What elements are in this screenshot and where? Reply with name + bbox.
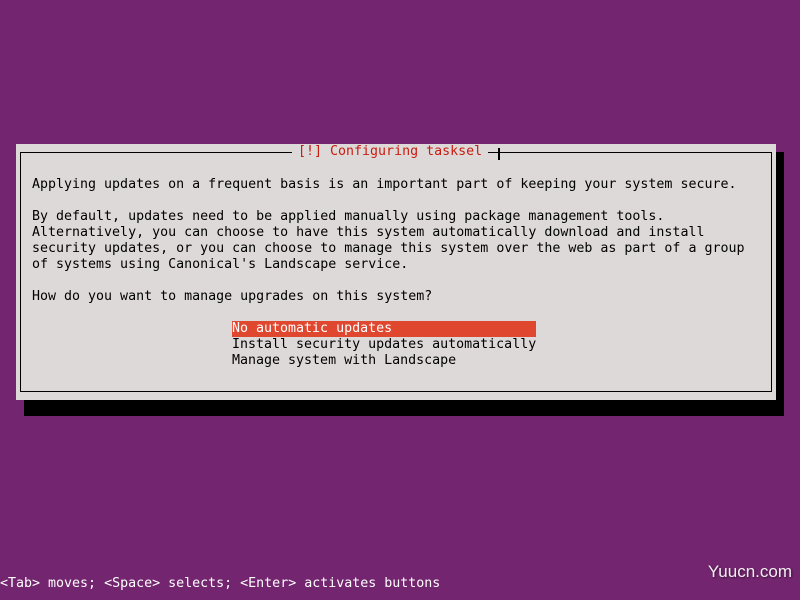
description-line-2: Alternatively, you can choose to have th… xyxy=(32,225,705,240)
option-manage-with-landscape[interactable]: Manage system with Landscape xyxy=(232,353,536,369)
option-install-security-updates[interactable]: Install security updates automatically xyxy=(232,337,536,353)
description-line-3: security updates, or you can choose to m… xyxy=(32,241,745,256)
watermark-logo: Yuucn.com xyxy=(707,562,792,581)
question-text: How do you want to manage upgrades on th… xyxy=(32,289,433,304)
installer-screen: [!] Configuring tasksel Applying updates… xyxy=(0,0,800,600)
intro-text: Applying updates on a frequent basis is … xyxy=(32,177,737,192)
dialog-title: [!] Configuring tasksel xyxy=(292,144,489,160)
description-line-4: of systems using Canonical's Landscape s… xyxy=(32,257,409,272)
option-no-automatic-updates[interactable]: No automatic updates xyxy=(232,321,536,337)
keyboard-help-bar: <Tab> moves; <Space> selects; <Enter> ac… xyxy=(0,576,800,592)
tasksel-dialog: [!] Configuring tasksel Applying updates… xyxy=(16,144,776,400)
description-line-1: By default, updates need to be applied m… xyxy=(32,209,665,224)
title-divider-right xyxy=(498,148,500,160)
